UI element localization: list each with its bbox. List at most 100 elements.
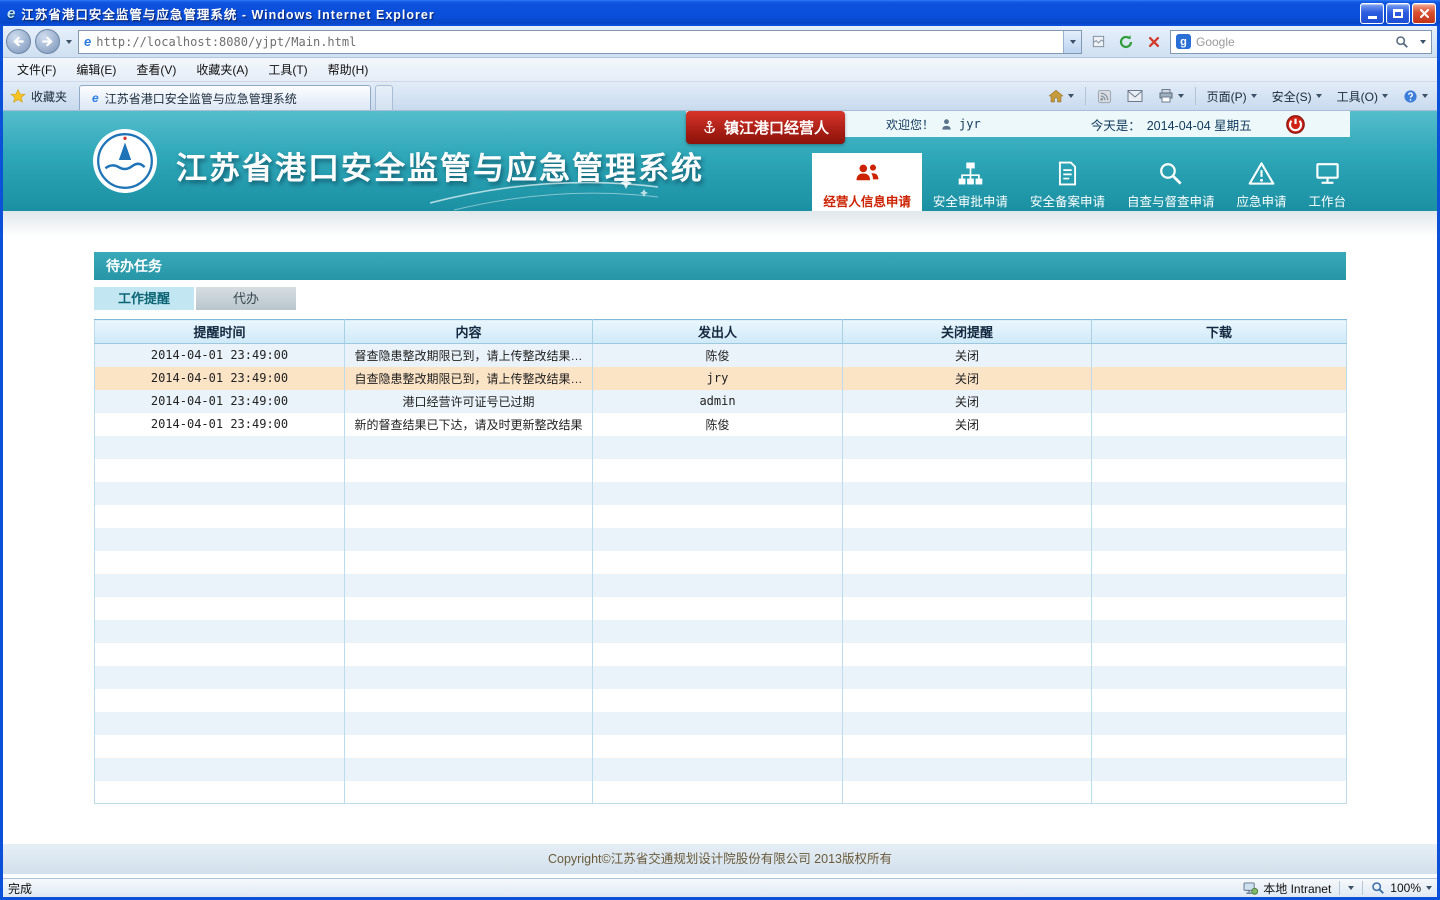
empty-cell bbox=[843, 666, 1092, 689]
empty-cell bbox=[843, 620, 1092, 643]
tab-todo[interactable]: 代办 bbox=[196, 287, 296, 310]
nav-safety-approval[interactable]: 安全审批申请 bbox=[922, 153, 1019, 211]
forward-button[interactable] bbox=[35, 29, 60, 54]
empty-cell bbox=[843, 436, 1092, 459]
zoom-dropdown-button[interactable] bbox=[1348, 886, 1354, 890]
refresh-button[interactable] bbox=[1114, 30, 1138, 54]
search-dropdown[interactable] bbox=[1418, 40, 1428, 44]
mail-icon bbox=[1127, 89, 1143, 103]
new-tab-button[interactable] bbox=[375, 85, 393, 110]
empty-cell bbox=[345, 436, 593, 459]
empty-cell bbox=[843, 758, 1092, 781]
compatibility-view-button[interactable] bbox=[1086, 30, 1110, 54]
close-reminder-link[interactable]: 关闭 bbox=[843, 367, 1092, 390]
empty-cell bbox=[593, 666, 843, 689]
window-titlebar[interactable]: e 江苏省港口安全监管与应急管理系统 - Windows Internet Ex… bbox=[0, 0, 1440, 26]
empty-cell bbox=[843, 528, 1092, 551]
feeds-button[interactable] bbox=[1091, 87, 1118, 106]
intranet-zone-icon bbox=[1243, 882, 1258, 895]
empty-cell bbox=[345, 735, 593, 758]
back-button[interactable] bbox=[6, 29, 31, 54]
recent-pages-dropdown[interactable] bbox=[64, 40, 74, 44]
browser-tab[interactable]: e 江苏省港口安全监管与应急管理系统 bbox=[79, 85, 371, 110]
zoom-control[interactable]: 100% bbox=[1371, 881, 1432, 895]
tools-menu-label: 工具(O) bbox=[1337, 88, 1378, 105]
zone-label: 本地 Intranet bbox=[1263, 880, 1331, 897]
help-button[interactable] bbox=[1397, 87, 1434, 106]
print-button[interactable] bbox=[1152, 86, 1190, 106]
cell-sender: admin bbox=[593, 390, 843, 413]
cell-time: 2014-04-01 23:49:00 bbox=[95, 390, 345, 413]
empty-cell bbox=[345, 666, 593, 689]
page-menu-label: 页面(P) bbox=[1207, 88, 1247, 105]
empty-cell bbox=[1092, 551, 1347, 574]
empty-cell bbox=[95, 597, 345, 620]
cell-sender: 陈俊 bbox=[593, 344, 843, 367]
chevron-down-icon bbox=[1382, 94, 1388, 98]
print-icon bbox=[1158, 88, 1174, 104]
chevron-down-icon bbox=[1420, 40, 1426, 44]
logout-button[interactable] bbox=[1284, 113, 1306, 135]
menu-help[interactable]: 帮助(H) bbox=[319, 59, 378, 80]
ie-icon: e bbox=[7, 5, 15, 22]
home-icon bbox=[1048, 88, 1064, 104]
empty-table-row bbox=[95, 758, 1347, 781]
search-input[interactable]: Google bbox=[1196, 35, 1386, 49]
empty-table-row bbox=[95, 781, 1347, 804]
empty-cell bbox=[843, 551, 1092, 574]
table-row: 2014-04-01 23:49:00新的督查结果已下达，请及时更新整改结果陈俊… bbox=[95, 413, 1347, 436]
page-icon: e bbox=[84, 34, 91, 49]
menu-tools[interactable]: 工具(T) bbox=[259, 59, 316, 80]
address-toolbar: e http://localhost:8080/yjpt/Main.html g… bbox=[0, 26, 1440, 58]
nav-emergency[interactable]: 应急申请 bbox=[1225, 153, 1297, 211]
page-menu-button[interactable]: 页面(P) bbox=[1201, 86, 1263, 107]
empty-cell bbox=[95, 551, 345, 574]
minimize-button[interactable] bbox=[1360, 3, 1384, 24]
empty-cell bbox=[95, 620, 345, 643]
close-reminder-link[interactable]: 关闭 bbox=[843, 413, 1092, 436]
menu-view[interactable]: 查看(V) bbox=[127, 59, 185, 80]
address-bar[interactable]: e http://localhost:8080/yjpt/Main.html bbox=[78, 30, 1082, 54]
status-bar: 完成 本地 Intranet 100% bbox=[0, 878, 1440, 897]
table-row: 2014-04-01 23:49:00港口经营许可证号已过期admin关闭 bbox=[95, 390, 1347, 413]
tools-menu-button[interactable]: 工具(O) bbox=[1331, 86, 1394, 107]
empty-cell bbox=[593, 620, 843, 643]
empty-cell bbox=[345, 597, 593, 620]
empty-cell bbox=[95, 482, 345, 505]
nav-self-inspection[interactable]: 自查与督查申请 bbox=[1116, 153, 1226, 211]
todo-table: 提醒时间 内容 发出人 关闭提醒 下载 2014-04-01 23:49:00督… bbox=[94, 319, 1347, 804]
favorites-button[interactable]: 收藏夹 bbox=[6, 86, 75, 107]
cell-content: 自查隐患整改期限已到，请上传整改结果… bbox=[345, 367, 593, 390]
chevron-down-icon bbox=[1251, 94, 1257, 98]
maximize-button[interactable] bbox=[1386, 3, 1410, 24]
empty-cell bbox=[593, 735, 843, 758]
menu-bar: 文件(F) 编辑(E) 查看(V) 收藏夹(A) 工具(T) 帮助(H) bbox=[0, 58, 1440, 82]
main-nav: 经营人信息申请 安全审批申请 安全备案申请 自查与督查申请 应急申请 bbox=[812, 153, 1357, 211]
read-mail-button[interactable] bbox=[1121, 87, 1149, 105]
close-reminder-link[interactable]: 关闭 bbox=[843, 390, 1092, 413]
chevron-down-icon bbox=[1316, 94, 1322, 98]
search-icon[interactable] bbox=[1391, 32, 1413, 52]
search-box[interactable]: g Google bbox=[1170, 30, 1432, 54]
security-zone[interactable]: 本地 Intranet bbox=[1243, 880, 1331, 897]
menu-edit[interactable]: 编辑(E) bbox=[67, 59, 125, 80]
nav-safety-filing[interactable]: 安全备案申请 bbox=[1019, 153, 1116, 211]
address-dropdown[interactable] bbox=[1063, 31, 1081, 53]
menu-favorites[interactable]: 收藏夹(A) bbox=[187, 59, 257, 80]
tab-work-reminder[interactable]: 工作提醒 bbox=[94, 287, 194, 310]
menu-file[interactable]: 文件(F) bbox=[8, 59, 65, 80]
home-button[interactable] bbox=[1042, 86, 1080, 106]
table-row: 2014-04-01 23:49:00督查隐患整改期限已到，请上传整改结果…陈俊… bbox=[95, 344, 1347, 367]
empty-table-row bbox=[95, 528, 1347, 551]
nav-operator-info[interactable]: 经营人信息申请 bbox=[812, 153, 922, 211]
stop-button[interactable] bbox=[1142, 30, 1166, 54]
cell-content: 港口经营许可证号已过期 bbox=[345, 390, 593, 413]
empty-cell bbox=[843, 643, 1092, 666]
nav-workbench[interactable]: 工作台 bbox=[1297, 153, 1357, 211]
user-info-strip: 镇江港口经营人 欢迎您！ jyr 今天是： 2014-04-04 星期五 bbox=[686, 111, 1350, 137]
close-reminder-link[interactable]: 关闭 bbox=[843, 344, 1092, 367]
safety-menu-button[interactable]: 安全(S) bbox=[1266, 86, 1328, 107]
empty-cell bbox=[345, 482, 593, 505]
close-button[interactable] bbox=[1412, 3, 1436, 24]
cell-download bbox=[1092, 367, 1347, 390]
